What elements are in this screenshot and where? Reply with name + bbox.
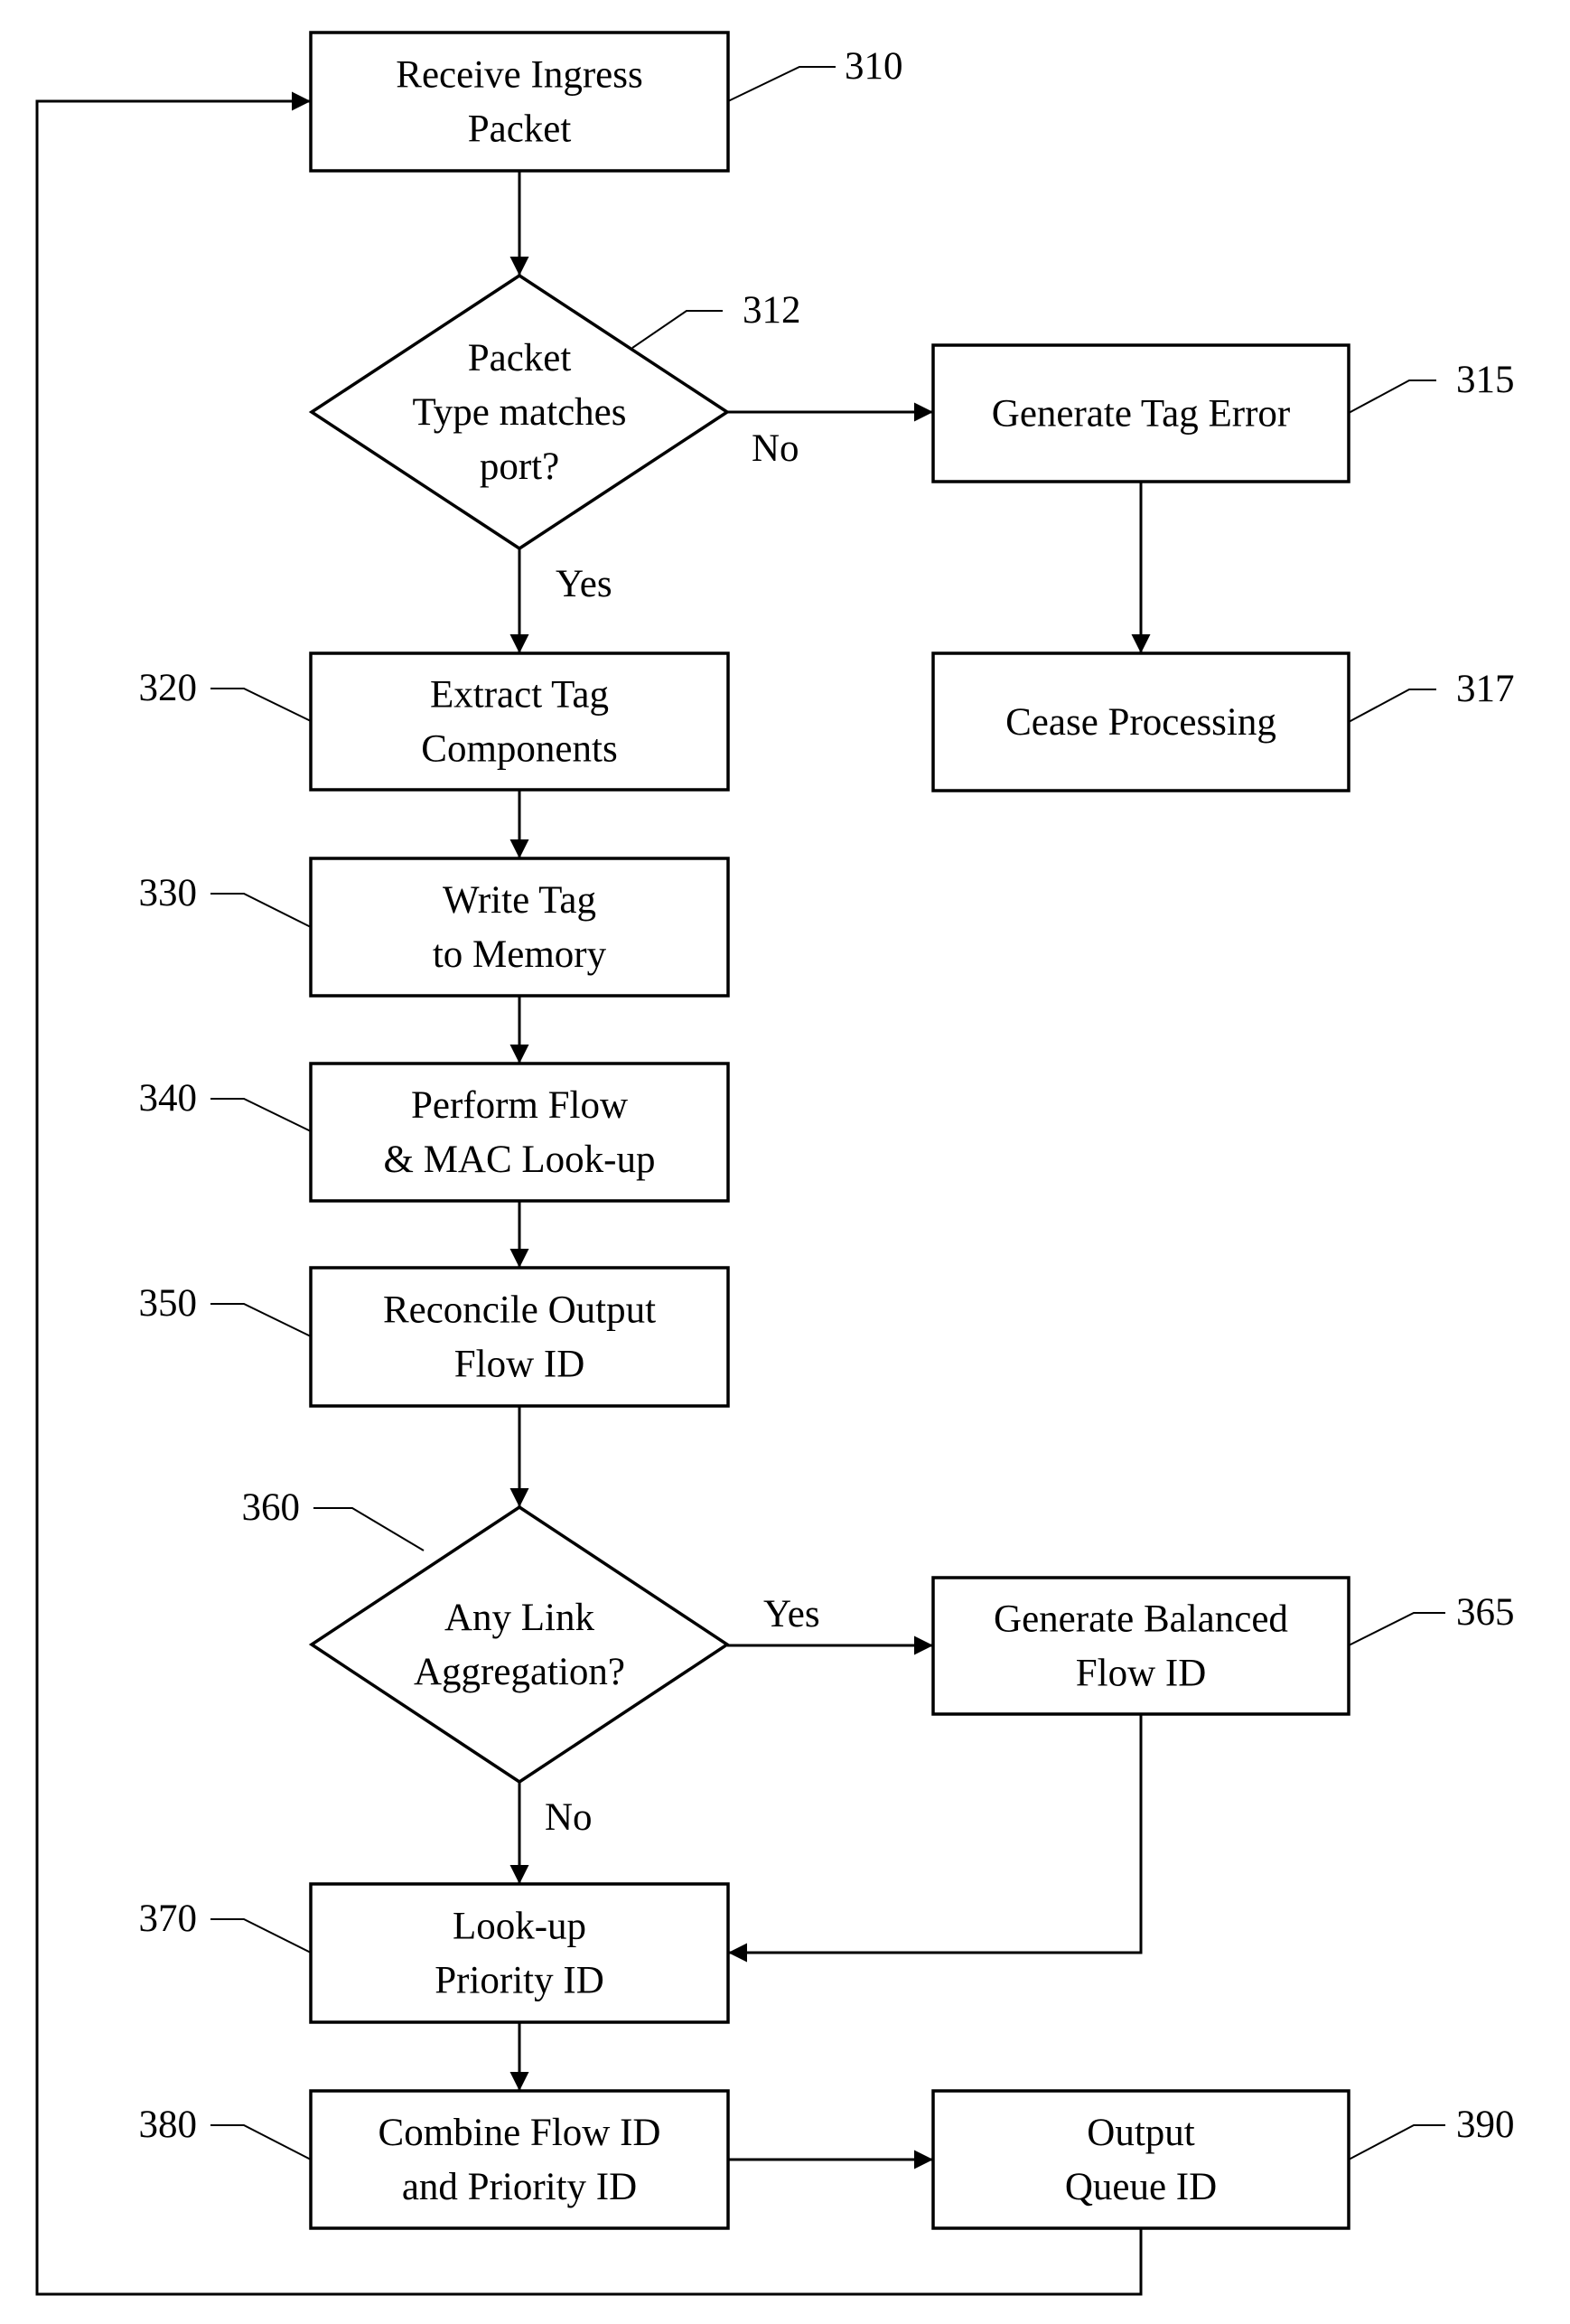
process-box-317: Cease Processing [931,651,1350,792]
ref-number-350: 350 [139,1282,312,1337]
ref-number-310: 310 [727,45,903,102]
ref-label: 320 [139,667,198,709]
ref-number-312: 312 [631,289,801,349]
leader-line [1348,2124,1445,2160]
ref-label: 365 [1456,1591,1515,1634]
process-box-365-text: Flow ID [1076,1653,1207,1695]
process-box-370-text: Look-up [453,1906,586,1948]
process-box-350-text: Reconcile Output [383,1289,656,1332]
leader-line [727,66,836,102]
process-box-330: Write Tag to Memory [309,857,730,998]
leader-line [1348,1612,1445,1646]
leader-line [210,2124,312,2160]
process-box-365: Generate Balanced Flow ID [931,1576,1350,1716]
ref-label: 312 [743,289,801,332]
ref-label: 390 [1456,2104,1515,2146]
process-box-310-text: Receive Ingress [396,54,642,97]
ref-label: 370 [139,1898,198,1940]
edge-arrow [728,1714,1143,1963]
decision-360: Any Link Aggregation? [308,1504,731,1785]
decision-312-text: Type matches [413,391,627,434]
edge-label-no: No [545,1796,593,1839]
edge-label-no: No [752,427,799,470]
leader-line [210,1303,312,1337]
process-box-350: Reconcile Output Flow ID [309,1266,730,1408]
process-box-380: Combine Flow ID and Priority ID [309,2089,730,2230]
leader-line [210,1098,312,1132]
edge-label-yes: Yes [556,563,612,605]
process-box-330-text: to Memory [433,933,607,976]
ref-label: 340 [139,1077,198,1120]
ref-number-340: 340 [139,1077,312,1132]
ref-label: 317 [1456,668,1515,710]
process-box-317-text: Cease Processing [1005,701,1276,744]
flowchart-svg: No Yes Yes No Receive Ingress Packet Packet Ty… [35,31,1515,2296]
process-box-350-text: Flow ID [454,1344,585,1386]
decision-312-text: port? [480,445,559,488]
decision-312: Packet Type matches port? [308,273,731,551]
ref-number-330: 330 [139,872,312,928]
process-box-390-text: Queue ID [1065,2166,1217,2208]
leader-line [313,1507,425,1551]
process-box-370-text: Priority ID [435,1960,604,2002]
edge-365-to-370 [728,1714,1143,1963]
ref-number-315: 315 [1348,359,1515,414]
leader-line [210,1918,312,1954]
process-box-340-text: & MAC Look-up [384,1139,656,1181]
decision-312-text: Packet [468,337,572,380]
flowchart-canvas: No Yes Yes No Receive Ingress Packet Packet Ty… [0,0,1570,2324]
ref-label: 330 [139,872,198,914]
decision-360-text: Aggregation? [414,1651,625,1693]
leader-line [210,893,312,928]
process-box-320-text: Components [421,728,617,771]
process-box-315-text: Generate Tag Error [992,393,1290,436]
edge-312-to-320: Yes [509,548,612,653]
ref-label: 360 [242,1486,301,1529]
process-box-320: Extract Tag Components [309,651,730,792]
edge-312-to-315: No [727,402,933,470]
ref-number-320: 320 [139,667,312,722]
process-box-340: Perform Flow & MAC Look-up [309,1062,730,1203]
edge-360-to-365: Yes [727,1593,933,1655]
ref-number-365: 365 [1348,1591,1515,1646]
process-box-310-text: Packet [468,108,572,151]
ref-label: 310 [845,45,903,88]
leader-line [1348,380,1436,414]
process-box-310: Receive Ingress Packet [309,31,730,173]
process-box-380-text: Combine Flow ID [378,2112,661,2154]
ref-label: 315 [1456,359,1515,401]
process-box-315: Generate Tag Error [931,343,1350,483]
process-box-390-text: Output [1087,2112,1195,2154]
process-box-380-text: and Priority ID [402,2166,637,2208]
edge-label-yes: Yes [763,1593,820,1635]
process-box-365-text: Generate Balanced [994,1598,1288,1641]
ref-number-317: 317 [1348,668,1515,723]
process-box-320-text: Extract Tag [430,674,609,717]
ref-number-380: 380 [139,2104,312,2160]
process-box-330-text: Write Tag [443,879,596,922]
leader-line [210,688,312,722]
leader-line [1348,689,1436,723]
ref-number-370: 370 [139,1898,312,1954]
decision-diamond [308,1504,731,1785]
ref-number-360: 360 [242,1486,425,1551]
edge-360-to-370: No [509,1782,593,1884]
ref-number-390: 390 [1348,2104,1515,2160]
process-box-370: Look-up Priority ID [309,1882,730,2024]
process-box-340-text: Perform Flow [411,1084,628,1127]
process-box-390: Output Queue ID [931,2089,1350,2230]
decision-360-text: Any Link [444,1597,595,1639]
leader-line [631,310,723,349]
ref-label: 350 [139,1282,198,1325]
ref-label: 380 [139,2104,198,2146]
